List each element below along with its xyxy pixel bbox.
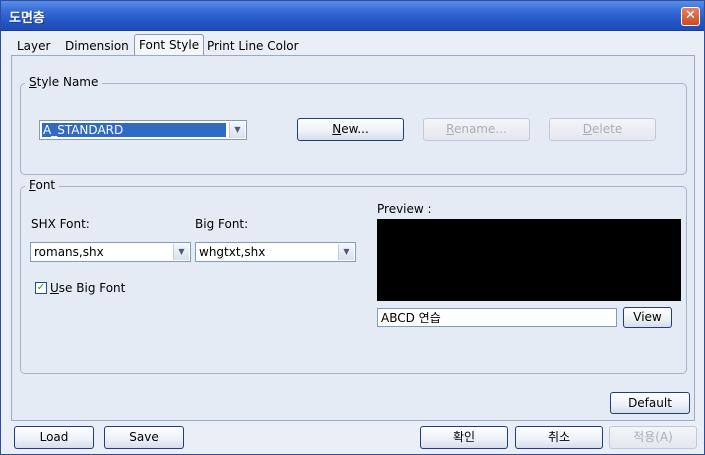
dialog-window: 도면층 ✕ Layer Dimension Font Style Print L… [0, 0, 705, 455]
big-font-label: Big Font: [195, 217, 249, 231]
style-name-combo[interactable]: A_STANDARD ▼ [39, 120, 247, 140]
load-button[interactable]: Load [14, 426, 94, 449]
big-font-combo[interactable]: whgtxt,shx ▼ [195, 242, 356, 262]
style-name-legend: Style Name [25, 75, 103, 89]
close-button[interactable]: ✕ [681, 7, 700, 26]
font-style-panel: Style Name A_STANDARD ▼ New... Rename...… [11, 55, 695, 421]
chevron-down-icon[interactable]: ▼ [173, 244, 189, 260]
chevron-down-icon[interactable]: ▼ [229, 122, 245, 138]
shx-font-value: romans,shx [34, 245, 104, 259]
preview-text-input[interactable]: ABCD 연습 [377, 308, 617, 327]
view-button[interactable]: View [623, 307, 672, 328]
title-bar[interactable]: 도면층 ✕ [1, 1, 704, 31]
font-legend: Font [25, 178, 60, 192]
save-button[interactable]: Save [104, 426, 184, 449]
cancel-button[interactable]: 취소 [515, 426, 603, 449]
default-button[interactable]: Default [610, 392, 690, 414]
style-name-value: A_STANDARD [42, 123, 226, 137]
tab-dimension[interactable]: Dimension [61, 36, 133, 56]
preview-label: Preview : [377, 202, 432, 216]
shx-font-combo[interactable]: romans,shx ▼ [30, 242, 191, 262]
tab-print-line-color[interactable]: Print Line Color [203, 36, 303, 56]
use-big-font-checkbox[interactable]: ✓ [35, 282, 47, 294]
ok-button[interactable]: 확인 [420, 426, 508, 449]
window-title: 도면층 [9, 11, 45, 26]
tab-font-style[interactable]: Font Style [134, 34, 205, 56]
preview-text-value: ABCD 연습 [381, 311, 441, 325]
rename-style-button[interactable]: Rename... [423, 118, 530, 141]
tab-layer[interactable]: Layer [13, 36, 54, 56]
style-name-group: Style Name A_STANDARD ▼ New... Rename...… [20, 75, 687, 175]
new-style-button[interactable]: New... [297, 118, 404, 141]
apply-button[interactable]: 적용(A) [609, 426, 697, 449]
close-icon: ✕ [685, 8, 696, 23]
big-font-value: whgtxt,shx [199, 245, 266, 259]
delete-style-button[interactable]: Delete [549, 118, 656, 141]
font-preview-canvas [377, 219, 681, 301]
font-group: Font SHX Font: romans,shx ▼ Big Font: wh… [20, 178, 687, 374]
shx-font-label: SHX Font: [31, 217, 90, 231]
check-icon: ✓ [36, 282, 46, 293]
chevron-down-icon[interactable]: ▼ [338, 244, 354, 260]
use-big-font-label[interactable]: Use Big Font [50, 281, 125, 295]
